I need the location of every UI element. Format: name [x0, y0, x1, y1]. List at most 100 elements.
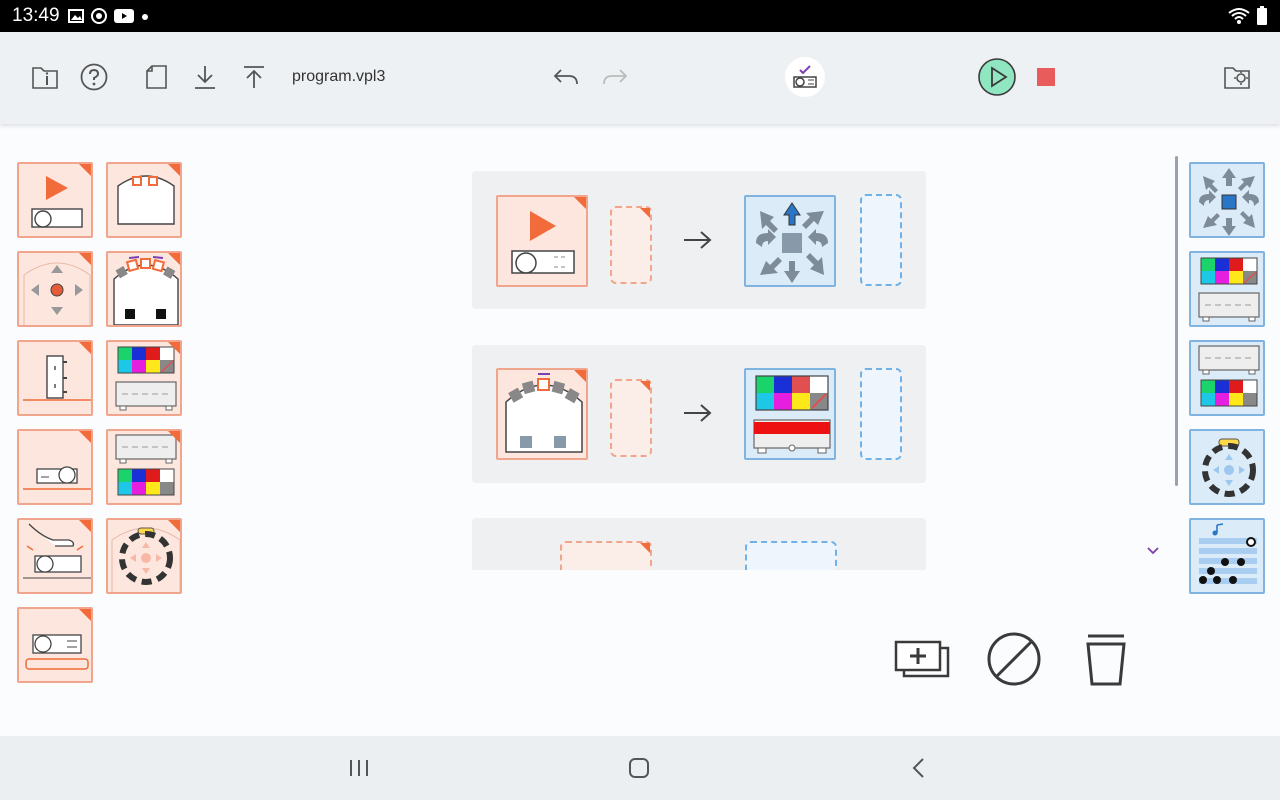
- event-block-tap[interactable]: [17, 518, 93, 594]
- event-block-clap[interactable]: [17, 429, 93, 505]
- action-block-bottom-color[interactable]: [1189, 340, 1265, 416]
- block-corner: [79, 609, 91, 621]
- robot-connection-icon: [793, 65, 817, 88]
- run-button[interactable]: [977, 57, 1017, 97]
- event-block-timer[interactable]: [17, 607, 93, 683]
- program-filename: program.vpl3: [292, 68, 386, 85]
- motor-arrows-icon: [1199, 168, 1259, 236]
- more-notification-icon: [142, 14, 148, 20]
- download-icon: [195, 66, 215, 89]
- event-block-start[interactable]: [17, 162, 93, 238]
- block-corner: [79, 431, 91, 443]
- status-time: 13:49: [12, 5, 60, 26]
- play-icon: [978, 58, 1016, 96]
- block-corner: [79, 342, 91, 354]
- event-slot-empty[interactable]: [560, 541, 652, 570]
- disable-button[interactable]: [986, 631, 1042, 687]
- arrow-right-icon: [684, 231, 712, 249]
- undo-icon: [553, 69, 578, 85]
- sync-notification-icon: [91, 8, 107, 24]
- slot-corner: [640, 381, 650, 391]
- disable-icon: [987, 632, 1041, 686]
- action-block-music[interactable]: [1189, 518, 1265, 594]
- event-block-color-bottom[interactable]: [106, 429, 182, 505]
- robot-connection-button[interactable]: [785, 57, 825, 97]
- robot-proximity-icon: [505, 373, 583, 453]
- settings-icon: [1224, 67, 1250, 89]
- event-slot-empty[interactable]: [610, 379, 652, 457]
- status-system-icons: [1228, 6, 1268, 26]
- stop-button[interactable]: [1028, 59, 1064, 95]
- help-icon: [80, 63, 108, 91]
- add-rule-button[interactable]: [894, 636, 950, 682]
- event-block-tilt[interactable]: [17, 340, 93, 416]
- arrow-right-icon: [684, 404, 712, 422]
- color-light-icon: [753, 375, 831, 454]
- settings-button[interactable]: [1219, 59, 1255, 95]
- slot-corner: [640, 208, 650, 218]
- status-notifications: [68, 7, 150, 25]
- program-rule-clip: [472, 518, 926, 570]
- wifi-icon: [1228, 8, 1250, 24]
- home-icon[interactable]: [628, 757, 650, 779]
- action-slot-empty[interactable]: [860, 368, 902, 460]
- scroll-down-chevron-icon[interactable]: [1146, 545, 1160, 557]
- robot-state-icon: [1202, 438, 1256, 497]
- event-block-ground-sensors[interactable]: [106, 251, 182, 327]
- action-slot-empty[interactable]: [745, 541, 837, 570]
- action-block-motors[interactable]: [1189, 162, 1265, 238]
- action-block-top-color[interactable]: [1189, 251, 1265, 327]
- open-button[interactable]: [187, 59, 223, 95]
- file-info-icon: [32, 67, 58, 89]
- event-block-rear-sensors[interactable]: [106, 162, 182, 238]
- new-file-icon: [146, 65, 167, 89]
- stop-icon: [1037, 68, 1055, 86]
- block-corner: [168, 520, 180, 532]
- program-rule[interactable]: [472, 345, 926, 483]
- event-block-state[interactable]: [106, 518, 182, 594]
- block-corner: [168, 253, 180, 265]
- rule-action-motors-block[interactable]: [744, 195, 836, 287]
- program-rule[interactable]: [472, 171, 926, 309]
- redo-button[interactable]: [597, 59, 633, 95]
- event-block-color-top[interactable]: [106, 340, 182, 416]
- block-corner: [168, 164, 180, 176]
- recent-apps-icon[interactable]: [348, 758, 370, 778]
- music-notes-icon: [1199, 523, 1257, 584]
- block-corner: [574, 197, 586, 209]
- upload-icon: [244, 66, 264, 88]
- trash-button[interactable]: [1084, 632, 1128, 688]
- duplicate-icon: [894, 640, 950, 678]
- program-rule-empty[interactable]: [472, 518, 926, 570]
- help-button[interactable]: [76, 59, 112, 95]
- file-info-button[interactable]: [27, 59, 63, 95]
- start-play-icon: [511, 211, 575, 274]
- action-slot-empty[interactable]: [860, 194, 902, 286]
- block-corner: [168, 342, 180, 354]
- new-file-button[interactable]: [138, 59, 174, 95]
- app-root: 13:49 program.vpl3: [0, 0, 1280, 800]
- redo-icon: [603, 69, 628, 85]
- color-grid-bottom-icon: [1198, 345, 1260, 407]
- block-corner: [79, 164, 91, 176]
- rule-event-start-block[interactable]: [496, 195, 588, 287]
- rule-event-ground-block[interactable]: [496, 368, 588, 460]
- toolbar: program.vpl3: [0, 32, 1280, 124]
- undo-button[interactable]: [548, 59, 584, 95]
- color-grid-top-icon: [1198, 257, 1260, 322]
- back-icon[interactable]: [910, 757, 928, 779]
- block-corner: [168, 431, 180, 443]
- save-button[interactable]: [236, 59, 272, 95]
- slot-corner: [640, 543, 650, 553]
- program-scrollbar[interactable]: [1175, 156, 1178, 486]
- event-block-buttons[interactable]: [17, 251, 93, 327]
- system-nav-bar: [0, 736, 1280, 800]
- action-block-state[interactable]: [1189, 429, 1265, 505]
- block-corner: [574, 370, 586, 382]
- motor-arrows-icon: [756, 202, 828, 283]
- block-corner: [79, 520, 91, 532]
- battery-icon: [1257, 6, 1267, 25]
- rule-action-color-block[interactable]: [744, 368, 836, 460]
- event-slot-empty[interactable]: [610, 206, 652, 284]
- video-notification-icon: [114, 9, 134, 23]
